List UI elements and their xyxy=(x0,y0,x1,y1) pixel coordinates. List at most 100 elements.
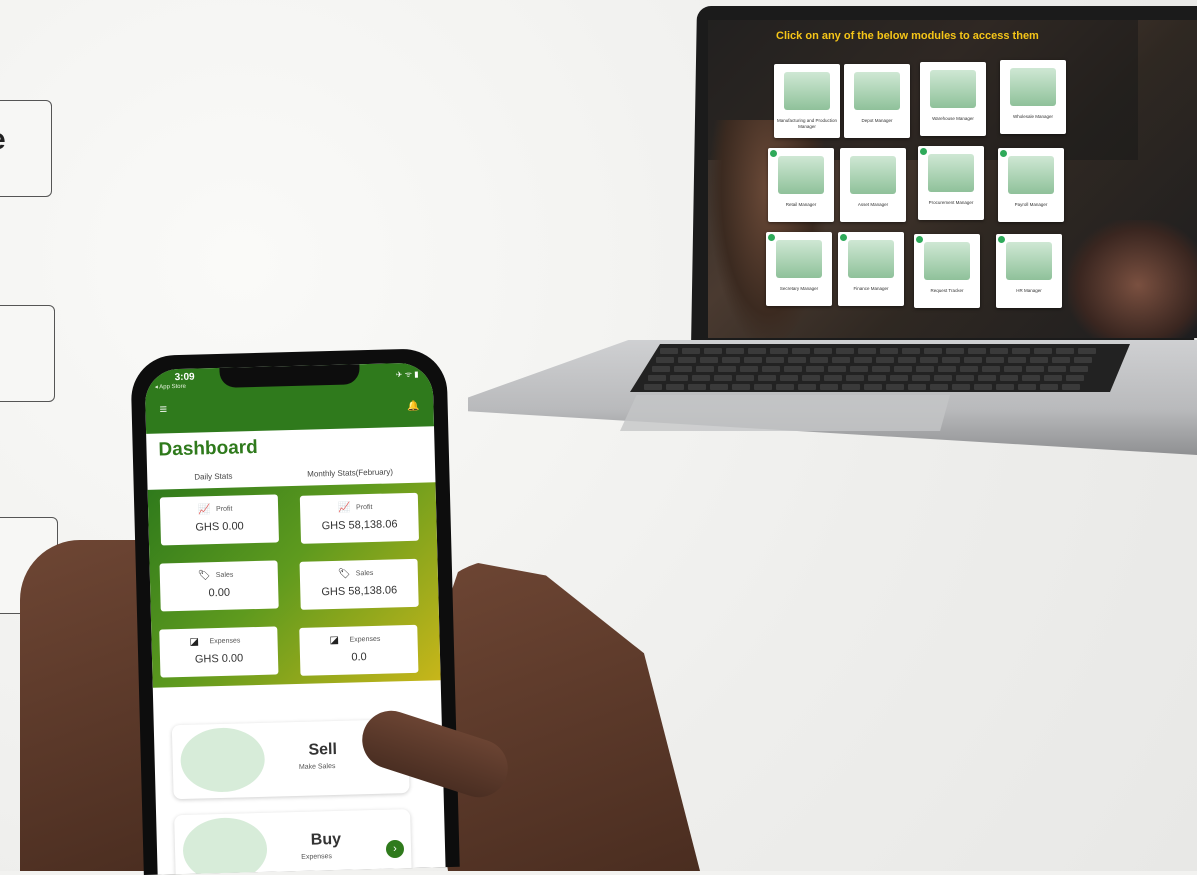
notification-bell-icon[interactable]: 🔔 xyxy=(407,401,420,412)
card-value: 0.0 xyxy=(351,651,367,664)
keyboard-key xyxy=(890,375,908,381)
keyboard-key xyxy=(1062,384,1080,390)
back-to-app-store[interactable]: ◂ App Store xyxy=(155,383,186,391)
check-icon xyxy=(840,234,847,241)
card-label: Sales xyxy=(215,571,234,580)
keyboard-key xyxy=(1004,366,1022,372)
keyboard-key xyxy=(828,366,846,372)
keyboard-key xyxy=(982,366,1000,372)
keyboard-key xyxy=(714,375,732,381)
chart-line-icon: 📈 xyxy=(197,504,211,516)
keyboard-key xyxy=(806,366,824,372)
module-label: Retail Manager xyxy=(785,202,817,207)
module-card[interactable]: Manufacturing and Production Manager xyxy=(774,64,840,138)
tag-icon: 🏷 xyxy=(197,570,211,582)
keyboard-key xyxy=(784,366,802,372)
monthly-expenses-card[interactable]: ◪ Expenses 0.0 xyxy=(299,624,419,676)
keyboard-key xyxy=(876,357,894,363)
module-card[interactable]: Secretary Manager xyxy=(766,232,832,306)
keyboard-key xyxy=(802,375,820,381)
keyboard-key xyxy=(670,375,688,381)
laptop-trackpad[interactable] xyxy=(620,395,950,431)
keyboard-key xyxy=(978,375,996,381)
keyboard-key xyxy=(898,357,916,363)
sell-title: Sell xyxy=(308,740,338,759)
keyboard-key xyxy=(678,357,696,363)
check-icon xyxy=(770,150,777,157)
module-card[interactable]: Procurement Manager xyxy=(918,146,984,220)
module-illustration xyxy=(1006,242,1052,280)
module-card[interactable]: Depot Manager xyxy=(844,64,910,138)
keyboard-key xyxy=(762,366,780,372)
keyboard-key xyxy=(1022,375,1040,381)
monthly-sales-card[interactable]: 🏷 Sales GHS 58,138.06 xyxy=(299,558,419,610)
keyboard-key xyxy=(908,384,926,390)
keyboard-key xyxy=(868,375,886,381)
daily-profit-card[interactable]: 📈 Profit GHS 0.00 xyxy=(159,494,280,546)
module-card[interactable]: Payroll Manager xyxy=(998,148,1064,222)
keyboard-key xyxy=(880,348,898,354)
check-icon xyxy=(998,236,1005,243)
module-card[interactable]: Warehouse Manager xyxy=(920,62,986,136)
keyboard-key xyxy=(1070,366,1088,372)
module-card[interactable]: Request Tracker xyxy=(914,234,980,308)
module-card[interactable]: HR Manager xyxy=(996,234,1062,308)
keyboard-key xyxy=(1066,375,1084,381)
chart-line-icon: 📈 xyxy=(337,502,351,514)
keyboard-key xyxy=(938,366,956,372)
expense-icon: ◪ xyxy=(329,634,340,647)
module-label: Procurement Manager xyxy=(928,200,974,205)
daily-stats-label: Daily Stats xyxy=(194,471,233,482)
daily-sales-card[interactable]: 🏷 Sales 0.00 xyxy=(159,560,279,612)
keyboard-key xyxy=(974,384,992,390)
phone-screen: 3:09 ◂ App Store ✈ ᯤ ▮ ≡ 🔔 Dashboard Dai… xyxy=(144,362,446,875)
hamburger-menu-icon[interactable]: ≡ xyxy=(159,401,167,416)
buy-illustration xyxy=(182,816,268,875)
page-title: Dashboard xyxy=(158,436,259,461)
check-icon xyxy=(1000,150,1007,157)
module-illustration xyxy=(848,240,894,278)
card-value: GHS 58,138.06 xyxy=(321,518,398,533)
keyboard-key xyxy=(666,384,684,390)
keyboard-key xyxy=(758,375,776,381)
keyboard-key xyxy=(792,348,810,354)
keyboard-key xyxy=(912,375,930,381)
keyboard-key xyxy=(780,375,798,381)
sell-subtitle: Make Sales xyxy=(298,762,336,771)
keyboard-key xyxy=(832,357,850,363)
keyboard-key xyxy=(946,348,964,354)
module-illustration xyxy=(1010,68,1056,106)
module-illustration xyxy=(850,156,896,194)
left-box-text: e xyxy=(0,123,6,157)
card-label: Sales xyxy=(355,569,374,578)
module-card[interactable]: Wholesale Manager xyxy=(1000,60,1066,134)
module-label: Wholesale Manager xyxy=(1012,114,1054,119)
keyboard-key xyxy=(692,375,710,381)
keyboard-key xyxy=(740,366,758,372)
module-card[interactable]: Asset Manager xyxy=(840,148,906,222)
keyboard-key xyxy=(872,366,890,372)
daily-expenses-card[interactable]: ◪ Expenses GHS 0.00 xyxy=(159,626,279,678)
keyboard-key xyxy=(916,366,934,372)
module-label: Payroll Manager xyxy=(1014,202,1048,207)
keyboard-key xyxy=(766,357,784,363)
buy-button[interactable]: Buy Expenses xyxy=(174,809,412,875)
phone-notch xyxy=(219,364,360,388)
keyboard-key xyxy=(842,384,860,390)
next-arrow-icon[interactable]: › xyxy=(386,840,404,858)
keyboard-key xyxy=(696,366,714,372)
keyboard-key xyxy=(722,357,740,363)
card-value: GHS 0.00 xyxy=(194,652,244,666)
monthly-profit-card[interactable]: 📈 Profit GHS 58,138.06 xyxy=(299,492,420,544)
card-label: Expenses xyxy=(209,637,241,646)
keyboard-key xyxy=(1012,348,1030,354)
module-label: Depot Manager xyxy=(861,118,893,123)
module-card[interactable]: Finance Manager xyxy=(838,232,904,306)
keyboard-key xyxy=(1052,357,1070,363)
status-time: 3:09 xyxy=(174,371,195,384)
keyboard-key xyxy=(718,366,736,372)
keyboard-key xyxy=(700,357,718,363)
module-card[interactable]: Retail Manager xyxy=(768,148,834,222)
module-illustration xyxy=(928,154,974,192)
keyboard-key xyxy=(824,375,842,381)
